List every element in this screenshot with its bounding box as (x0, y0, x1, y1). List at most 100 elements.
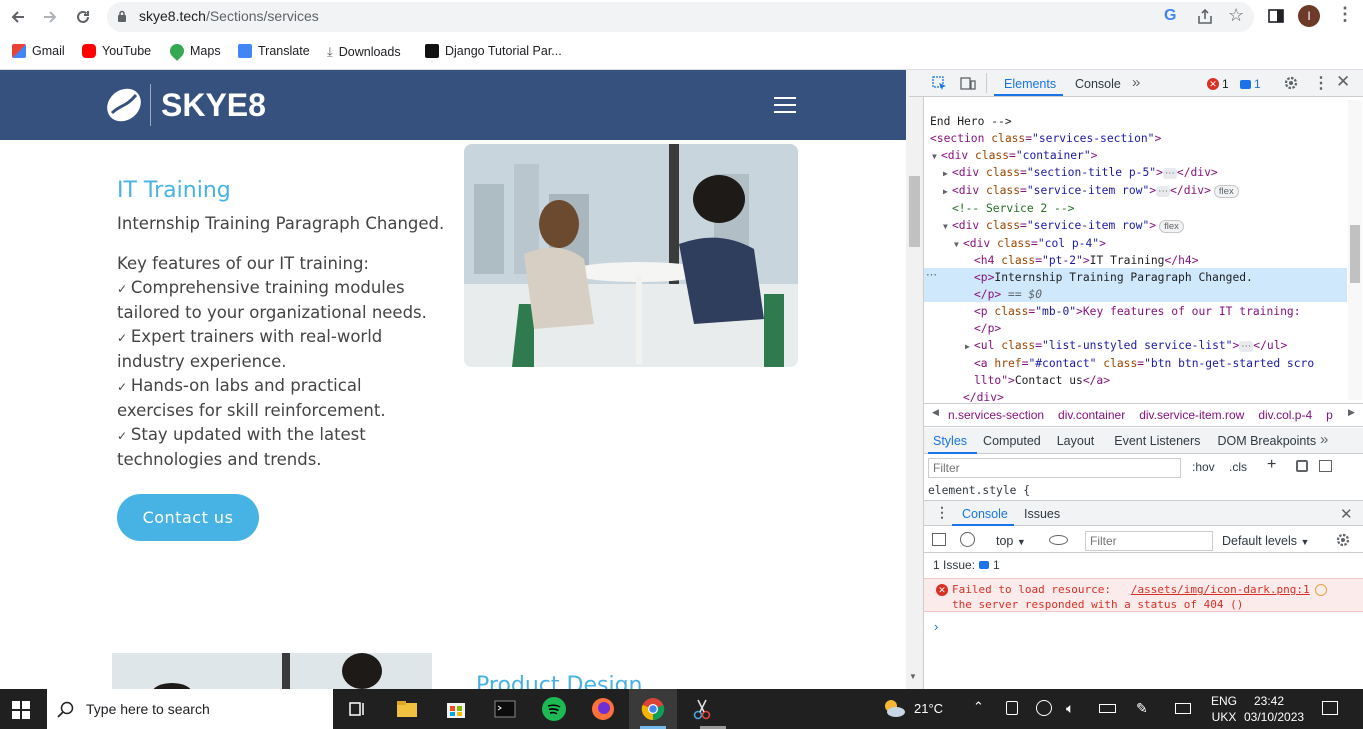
expand-arrow-icon[interactable]: ▼ (954, 236, 959, 253)
taskbar-search[interactable]: Type here to search (47, 689, 333, 729)
inspect-element-icon[interactable] (932, 76, 947, 91)
breadcrumb-right-icon[interactable]: ▶ (1348, 407, 1355, 418)
console-sidebar-icon[interactable] (932, 533, 946, 546)
dom-node-line[interactable]: <p class="mb-0">Key features of our IT t… (930, 303, 1345, 320)
lock-icon[interactable] (117, 10, 127, 23)
reload-button[interactable] (71, 5, 95, 29)
drawer-tab-issues[interactable]: Issues (1024, 507, 1060, 521)
task-view-icon[interactable] (344, 696, 370, 722)
expand-arrow-icon[interactable]: ▶ (943, 183, 948, 200)
dom-node-line[interactable]: ▼ <div class="col p-4"> (930, 235, 1345, 252)
tab-elements[interactable]: Elements (1004, 77, 1056, 91)
dom-scrollbar-thumb[interactable] (1350, 225, 1360, 283)
site-logo[interactable]: SKYE8 (104, 84, 266, 126)
hamburger-menu-icon[interactable] (774, 97, 796, 113)
network-icon[interactable] (1315, 584, 1327, 596)
dom-node-line[interactable]: ▶ <div class="section-title p-5"> ⋯ </div> (930, 164, 1345, 182)
message-counter[interactable]: 1 (1240, 77, 1261, 91)
back-button[interactable] (6, 5, 30, 29)
bookmark-downloads[interactable]: ⤓ Downloads (327, 44, 401, 60)
dom-node-line[interactable]: ▶ <ul class="list-unstyled service-list">… (930, 337, 1345, 355)
dom-node-line[interactable]: End Hero --> (930, 113, 1345, 130)
dom-node-line[interactable]: ▼ <div class="service-item row"> flex (930, 217, 1345, 235)
expand-arrow-icon[interactable]: ▶ (943, 165, 948, 182)
breadcrumb-item[interactable]: div.container (1058, 408, 1125, 422)
breadcrumb-left-icon[interactable]: ◀ (932, 407, 939, 418)
close-drawer-icon[interactable]: ✕ (1340, 505, 1353, 523)
keyboard-icon[interactable] (1175, 703, 1191, 714)
profile-avatar[interactable]: I (1298, 5, 1320, 27)
issues-summary[interactable]: 1 Issue: 1 (933, 558, 1000, 572)
dom-tree[interactable]: End Hero -->▼<section class="services-se… (930, 113, 1345, 403)
breadcrumb-item[interactable]: div.col.p-4 (1258, 408, 1312, 422)
console-settings-icon[interactable] (1335, 532, 1351, 548)
sidepanel-icon[interactable] (1268, 8, 1284, 24)
drawer-tab-console[interactable]: Console (962, 507, 1008, 521)
bookmark-translate[interactable]: Translate (238, 44, 310, 58)
store-icon[interactable] (443, 696, 469, 722)
error-counter[interactable]: ✕ 1 (1207, 77, 1229, 91)
dom-node-line[interactable]: ▼ <div class="container"> (930, 147, 1345, 164)
globe-icon[interactable] (1036, 700, 1052, 716)
terminal-icon[interactable] (492, 696, 518, 722)
snipping-tool-icon[interactable] (689, 696, 715, 722)
styles-tab[interactable]: DOM Breakpoints (1217, 434, 1316, 448)
drawer-menu-icon[interactable]: ⋮ (935, 504, 949, 521)
levels-select[interactable]: Default levels ▼ (1222, 534, 1309, 548)
console-filter-input[interactable] (1085, 531, 1213, 551)
scroll-down-icon[interactable]: ▼ (909, 672, 917, 681)
dom-node-line[interactable]: ▶ <div class="service-item row"> ⋯ </div> fl… (930, 182, 1345, 200)
styles-tab[interactable]: Layout (1057, 434, 1095, 448)
contact-button[interactable]: Contact us (117, 494, 259, 541)
breadcrumb-item[interactable]: div.service-item.row (1139, 408, 1244, 422)
gear-icon[interactable] (1283, 75, 1299, 91)
styles-tab[interactable]: Styles (933, 434, 967, 448)
google-icon[interactable]: G (1164, 7, 1176, 25)
battery-icon[interactable] (1099, 704, 1116, 713)
page-scrollbar[interactable] (906, 70, 923, 689)
url-text[interactable]: skye8.tech/Sections/services (139, 8, 319, 24)
share-icon[interactable] (1196, 8, 1214, 26)
bookmark-django[interactable]: Django Tutorial Par... (425, 44, 562, 58)
dom-node-line[interactable]: <!-- Service 2 --> (930, 200, 1345, 217)
console-prompt-icon[interactable]: › (934, 619, 938, 634)
breadcrumb-item[interactable]: n.services-section (948, 408, 1044, 422)
forward-button[interactable] (38, 5, 62, 29)
expand-arrow-icon[interactable]: ▼ (943, 218, 948, 235)
tab-console[interactable]: Console (1075, 77, 1121, 91)
cls-toggle[interactable]: .cls (1229, 460, 1247, 474)
new-rule-icon[interactable]: + (1267, 456, 1276, 474)
dom-node-line[interactable]: </p> == $0 (930, 286, 1345, 303)
more-style-tabs-icon[interactable]: » (1320, 431, 1328, 448)
close-devtools-icon[interactable]: ✕ (1336, 72, 1350, 92)
dom-node-line[interactable]: <p>Internship Training Paragraph Changed… (930, 269, 1345, 286)
dom-node-line[interactable]: </p> (930, 320, 1345, 337)
chrome-icon[interactable] (640, 696, 666, 722)
bookmark-maps[interactable]: Maps (167, 41, 221, 61)
file-explorer-icon[interactable] (394, 696, 420, 722)
speaker-icon[interactable]: 🔈︎ (1066, 700, 1074, 717)
styles-tab[interactable]: Event Listeners (1114, 434, 1200, 448)
dom-node-line[interactable]: <h4 class="pt-2">IT Training</h4> (930, 252, 1345, 269)
temperature[interactable]: 21°C (914, 701, 943, 716)
styles-filter-input[interactable] (928, 458, 1181, 478)
expand-arrow-icon[interactable]: ▼ (932, 148, 937, 165)
star-icon[interactable]: ☆ (1228, 5, 1244, 26)
error-source-link[interactable]: /assets/img/icon-dark.png:1 (1131, 583, 1310, 596)
notification-icon[interactable] (1322, 701, 1338, 715)
meet-now-icon[interactable] (1006, 701, 1018, 715)
devtools-menu-icon[interactable]: ⋮ (1313, 73, 1329, 93)
chevron-up-icon[interactable]: ⌃ (973, 699, 984, 715)
device-toolbar-icon[interactable] (960, 76, 976, 91)
menu-kebab-icon[interactable]: ⋮ (1336, 4, 1354, 25)
hov-toggle[interactable]: :hov (1192, 460, 1215, 474)
toggle-sidebar-icon[interactable] (1319, 460, 1332, 472)
paint-icon[interactable] (1296, 460, 1308, 472)
input-language[interactable]: ENG UKX (1211, 693, 1237, 725)
dom-node-line[interactable]: <a href="#contact" class="btn btn-get-st… (930, 355, 1345, 372)
eye-icon[interactable] (1049, 535, 1068, 545)
bookmark-gmail[interactable]: Gmail (12, 44, 65, 58)
firefox-icon[interactable] (590, 696, 616, 722)
bookmark-youtube[interactable]: YouTube (82, 44, 151, 58)
more-tabs-icon[interactable]: » (1132, 74, 1140, 91)
